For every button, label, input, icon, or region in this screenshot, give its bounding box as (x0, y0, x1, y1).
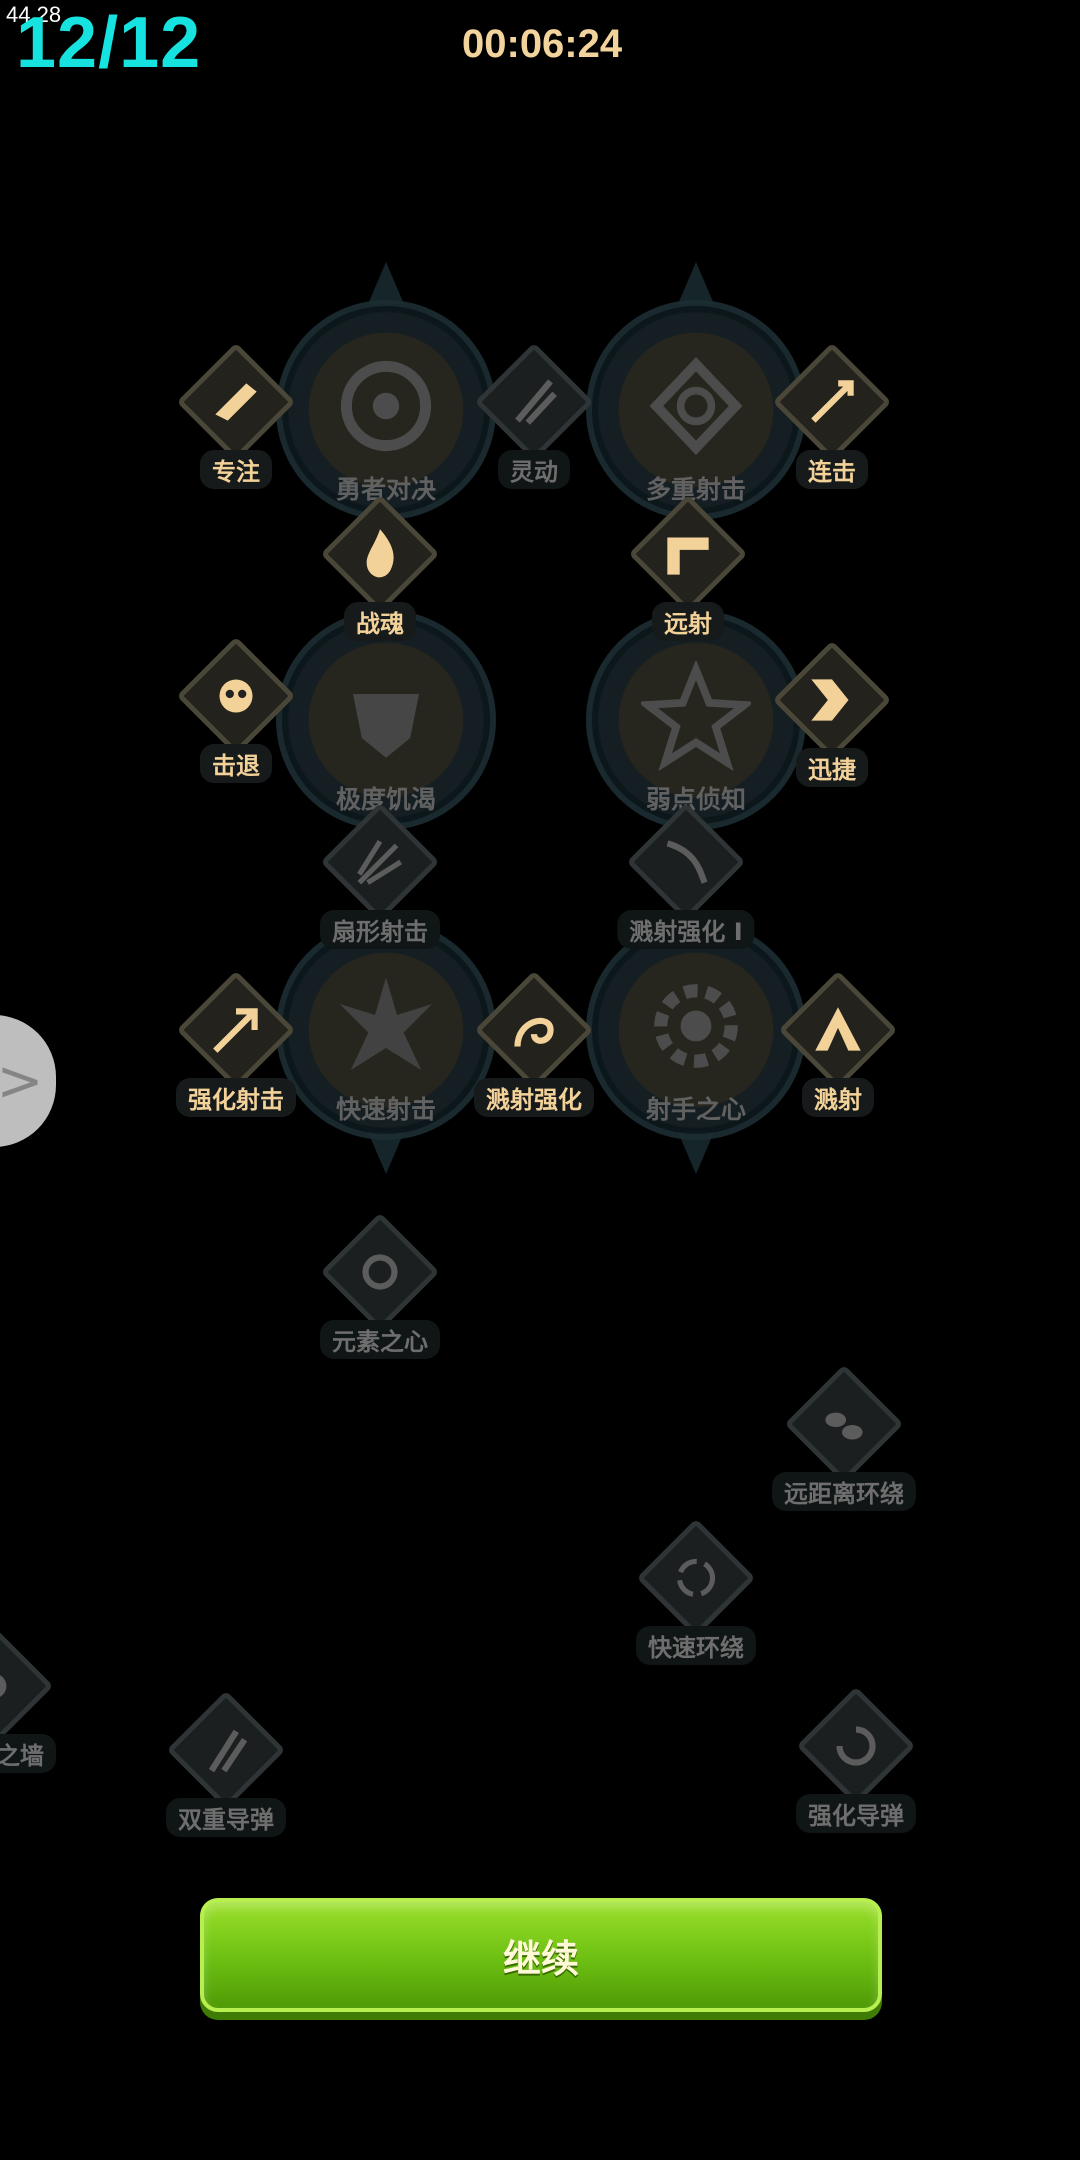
skill-swift[interactable]: 迅捷 (772, 640, 892, 787)
skill-label: 快速环绕 (636, 1626, 756, 1665)
peak-icon (815, 1007, 861, 1051)
skill-label: 溅射强化 I (617, 910, 755, 949)
skill-splash-boost-1[interactable]: 溅射强化 I (617, 802, 755, 949)
wall-icon (0, 1675, 7, 1697)
skill-label: 连击 (796, 450, 868, 489)
big-node-extreme-thirst[interactable]: 极度饥渴 (276, 610, 496, 830)
hand-icon (215, 383, 257, 421)
skill-fan-shot[interactable]: 扇形射击 (320, 802, 440, 949)
big-node-archer-heart[interactable]: 射手之心 (586, 920, 806, 1140)
skill-agility[interactable]: 灵动 (474, 342, 594, 489)
big-node-brave-duel[interactable]: 勇者对决 (276, 300, 496, 520)
skill-enhanced-missile[interactable]: 强化导弹 (796, 1686, 916, 1833)
skill-label: 溅射强化 (474, 1078, 594, 1117)
skill-element-heart[interactable]: 元素之心 (320, 1212, 440, 1359)
skill-label: 击退 (200, 744, 272, 783)
chevron-right-icon: > (0, 1048, 44, 1114)
skill-long-range-orbit[interactable]: 远距离环绕 (772, 1364, 916, 1511)
skill-label: 专注 (200, 450, 272, 489)
continue-label: 继续 (502, 1936, 579, 1981)
skill-label: 强化导弹 (796, 1794, 916, 1833)
skill-label: 灵动 (498, 450, 570, 489)
eye-emblem-icon (340, 360, 432, 451)
crossbow-icon (213, 1008, 258, 1053)
flame-icon (366, 529, 394, 578)
skill-double-missile[interactable]: 双重导弹 (166, 1690, 286, 1837)
skill-label: 远距离环绕 (772, 1472, 916, 1511)
triskelion-icon (676, 1558, 716, 1598)
fist-emblem-icon (353, 693, 419, 758)
bullets-icon (825, 1412, 863, 1440)
big-node-rapid-fire[interactable]: 快速射击 (276, 920, 496, 1140)
hook-icon (514, 1017, 554, 1047)
skill-war-soul[interactable]: 战魂 (320, 494, 440, 641)
skill-focus[interactable]: 专注 (176, 342, 296, 489)
spike-top-left (368, 262, 404, 304)
spike-top-right (678, 262, 714, 304)
bow-icon (666, 840, 708, 884)
skill-label: 强化射击 (176, 1078, 296, 1117)
big-node-label: 快速射击 (335, 1095, 437, 1124)
skill-combo[interactable]: 连击 (772, 342, 892, 489)
missile-icon (208, 1729, 248, 1773)
skill-tree: 勇者对决 多重射击 极度饥渴 弱点侦知 快速射击 射手之心 专注 灵动 连击 战… (0, 0, 1080, 2160)
skill-splash[interactable]: 溅射 (778, 970, 898, 1117)
skull-icon (219, 679, 253, 713)
skill-wall[interactable]: 之墙 (0, 1626, 56, 1773)
big-node-label: 射手之心 (645, 1095, 747, 1124)
skill-label: 远射 (652, 602, 724, 641)
continue-button[interactable]: 继续 (200, 1898, 882, 2012)
chevron-icon (667, 537, 709, 575)
double-chevron-icon (811, 679, 849, 721)
knot-emblem-icon (649, 356, 743, 455)
skill-splash-boost[interactable]: 溅射强化 (474, 970, 594, 1117)
spiky-emblem-icon (339, 977, 433, 1070)
skill-label: 迅捷 (796, 748, 868, 787)
swirl-icon (836, 1726, 876, 1766)
skill-enhanced-shot[interactable]: 强化射击 (176, 970, 296, 1117)
star-emblem-icon (641, 660, 751, 771)
arrows-icon (811, 380, 854, 423)
slash-icon (515, 379, 557, 425)
skill-knockback[interactable]: 击退 (176, 636, 296, 783)
skill-label: 之墙 (0, 1734, 56, 1773)
gear-emblem-icon (654, 984, 738, 1068)
skill-rapid-orbit[interactable]: 快速环绕 (636, 1518, 756, 1665)
skill-label: 扇形射击 (320, 910, 440, 949)
fan-arrows-icon (357, 839, 403, 885)
skill-label: 双重导弹 (166, 1798, 286, 1837)
skill-label: 溅射 (802, 1078, 874, 1117)
skill-label: 元素之心 (320, 1320, 440, 1359)
skill-long-shot[interactable]: 远射 (628, 494, 748, 641)
skill-label: 战魂 (344, 602, 416, 641)
orb-icon (362, 1254, 398, 1290)
